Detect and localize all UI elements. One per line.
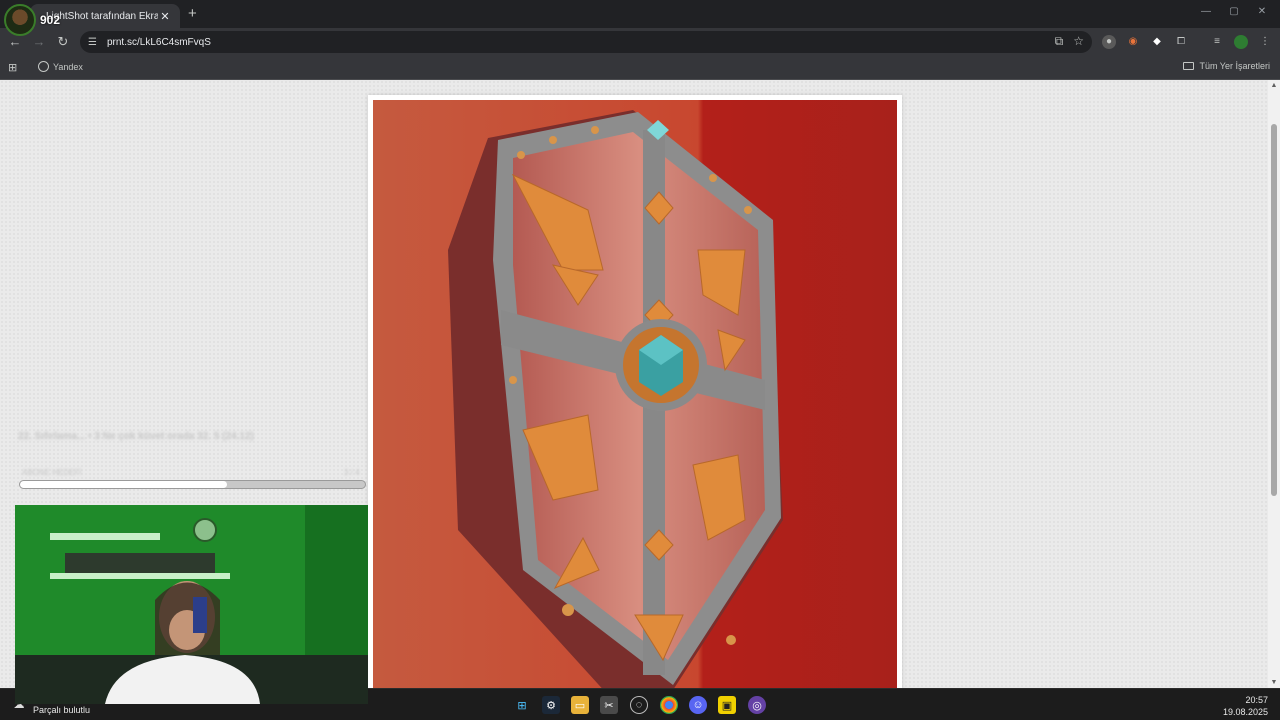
extension-icon-3[interactable]: ◆ (1150, 35, 1164, 49)
scroll-down-arrow-icon[interactable]: ▼ (1270, 679, 1278, 686)
globe-icon (38, 61, 49, 72)
scroll-thumb[interactable] (1271, 124, 1277, 496)
file-explorer-icon[interactable]: ▭ (571, 696, 589, 714)
star-icon[interactable]: ☆ (1073, 34, 1084, 49)
vertical-scrollbar[interactable]: ▲ ▼ (1268, 80, 1280, 688)
obs-icon[interactable]: ◌ (630, 696, 648, 714)
media-control-icon[interactable]: ≡ (1210, 35, 1224, 49)
windows-start-icon[interactable]: ⊞ (513, 696, 531, 714)
browser-toolbar: ← → ↻ ☰ prnt.sc/LkL6C4smFvqS ⧉ ☆ ● ◉ ◆ ⧠… (0, 28, 1280, 56)
webcam-overlay (15, 505, 368, 704)
new-tab-button[interactable]: + (188, 5, 202, 22)
apps-grid-icon[interactable]: ⊞ (8, 61, 17, 74)
stream-goal-progress-fill (20, 481, 227, 488)
menu-dots-icon[interactable]: ⋮ (1258, 35, 1272, 49)
github-icon[interactable]: ◎ (748, 696, 766, 714)
stream-goal-label: ABONE HEDEFİ (22, 468, 82, 477)
install-app-icon[interactable]: ⧉ (1055, 34, 1064, 49)
tab-title: LightShot tarafından Ekran Görüntüsü (46, 10, 158, 22)
minimize-button[interactable]: — (1196, 6, 1216, 17)
all-bookmarks[interactable]: Tüm Yer İşaretleri (1183, 61, 1270, 71)
scroll-up-arrow-icon[interactable]: ▲ (1270, 82, 1278, 89)
app-icon-yellow[interactable]: ▣ (718, 696, 736, 714)
folder-icon (1183, 62, 1195, 70)
address-bar[interactable]: ☰ prnt.sc/LkL6C4smFvqS ⧉ ☆ (80, 31, 1092, 53)
close-window-button[interactable]: ✕ (1252, 6, 1272, 17)
discord-icon[interactable]: ☺ (689, 696, 707, 714)
shield-screenshot-image[interactable] (373, 100, 897, 688)
extension-icon-1[interactable]: ● (1102, 35, 1116, 49)
stream-overlay-title: 22. Sıfırlama... • 3 Ne çok küvet orada … (18, 431, 254, 442)
all-bookmarks-label: Tüm Yer İşaretleri (1199, 61, 1270, 71)
screenshot-frame (368, 95, 902, 688)
steam-icon[interactable]: ⚙ (542, 696, 560, 714)
clock-date: 19.08.2025 (1222, 707, 1268, 717)
weather-text: Parçalı bulutlu (33, 705, 91, 715)
puzzle-icon[interactable]: ⧠ (1174, 35, 1188, 49)
stream-goal-count: 3 / 4 (344, 468, 360, 477)
forward-arrow-icon[interactable]: → (31, 34, 47, 49)
bookmark-yandex[interactable]: Yandex (38, 61, 83, 72)
viewer-count: 902 (40, 13, 61, 27)
address-url: prnt.sc/LkL6C4smFvqS (106, 36, 211, 48)
bookmarks-bar: ⊞ Yandex Tüm Yer İşaretleri (0, 56, 1280, 80)
extension-icon-2[interactable]: ◉ (1126, 35, 1140, 49)
streamer-avatar (4, 4, 36, 36)
tab-bar: LightShot tarafından Ekran Görüntüsü ✕ +… (0, 0, 1280, 28)
chrome-icon[interactable] (660, 696, 678, 714)
bookmark-yandex-label: Yandex (53, 61, 83, 72)
snipping-tool-icon[interactable]: ✂ (600, 696, 618, 714)
clock-time: 20:57 (1245, 695, 1268, 705)
site-info-icon[interactable]: ☰ (88, 37, 97, 48)
profile-avatar[interactable] (1234, 35, 1248, 49)
back-arrow-icon[interactable]: ← (7, 34, 23, 49)
taskbar-clock[interactable]: 20:57 19.08.2025 (1223, 694, 1268, 718)
stream-goal-progress (19, 480, 366, 489)
tab-close-icon[interactable]: ✕ (158, 10, 172, 23)
reload-icon[interactable]: ↻ (55, 34, 71, 50)
maximize-button[interactable]: ▢ (1224, 6, 1244, 17)
